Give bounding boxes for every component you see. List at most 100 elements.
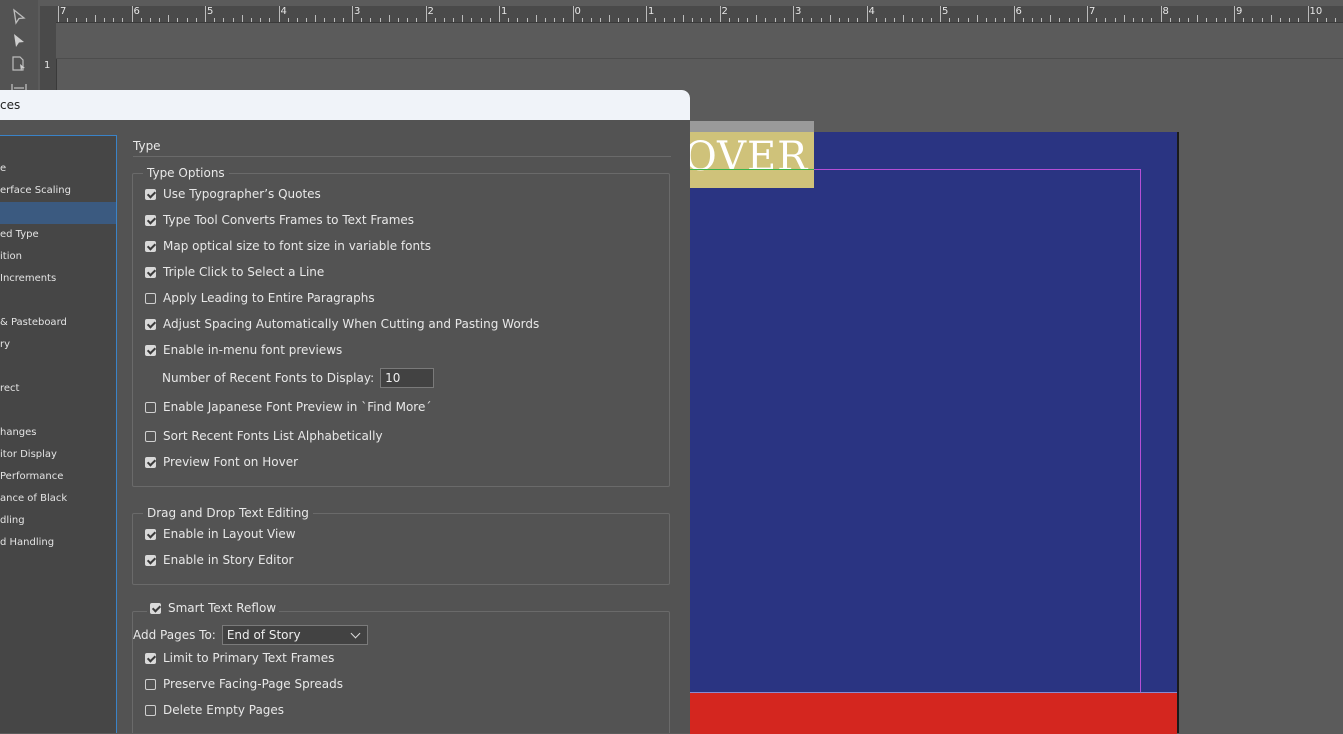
- ruler-major-tick: [1013, 6, 1015, 22]
- ruler-minor-tick: [1197, 15, 1199, 22]
- category-item[interactable]: Performance: [0, 466, 116, 488]
- checkbox[interactable]: [145, 554, 156, 566]
- ruler-origin[interactable]: [40, 22, 56, 58]
- category-item[interactable]: ition: [0, 246, 116, 268]
- checkbox-option[interactable]: Enable in-menu font previews: [145, 342, 342, 358]
- ruler-minor-tick: [186, 18, 188, 22]
- checkbox[interactable]: [145, 318, 156, 330]
- ruler-number: 2: [427, 6, 434, 17]
- category-item[interactable]: Increments: [0, 268, 116, 290]
- dialog-titlebar[interactable]: ces: [0, 90, 690, 120]
- add-pages-select[interactable]: End of Story: [221, 625, 368, 645]
- category-item[interactable]: ed Type: [0, 224, 116, 246]
- ruler-minor-tick: [1105, 18, 1107, 22]
- ruler-minor-tick: [802, 18, 804, 22]
- checkbox[interactable]: [145, 188, 156, 200]
- ruler-minor-tick: [563, 18, 565, 22]
- smart-reflow-toggle[interactable]: Smart Text Reflow: [147, 601, 280, 615]
- checkbox-option[interactable]: Type Tool Converts Frames to Text Frames: [145, 212, 414, 228]
- page-edge: [1177, 132, 1179, 733]
- ruler-number: 7: [60, 6, 67, 17]
- checkbox-option[interactable]: Enable Japanese Font Preview in `Find Mo…: [145, 399, 431, 415]
- checkbox-option[interactable]: Preview Font on Hover: [145, 454, 298, 470]
- ruler-minor-tick: [756, 15, 758, 22]
- ruler-minor-tick: [517, 18, 519, 22]
- checkbox-label: Use Typographer’s Quotes: [163, 187, 321, 201]
- ruler-minor-tick: [462, 15, 464, 22]
- checkbox-option[interactable]: Enable in Layout View: [145, 526, 296, 542]
- category-item[interactable]: [0, 290, 116, 312]
- category-item[interactable]: ry: [0, 334, 116, 356]
- checkbox-option[interactable]: Sort Recent Fonts List Alphabetically: [145, 428, 383, 444]
- checkbox[interactable]: [145, 214, 156, 226]
- ruler-minor-tick: [1132, 18, 1134, 22]
- checkbox-option[interactable]: Adjust Spacing Automatically When Cuttin…: [145, 316, 539, 332]
- ruler-minor-tick: [1022, 18, 1024, 22]
- checkbox[interactable]: [145, 344, 156, 356]
- direct-selection-tool-icon[interactable]: [10, 32, 28, 50]
- category-item[interactable]: dling: [0, 510, 116, 532]
- ruler-minor-tick: [728, 18, 730, 22]
- add-pages-label: Add Pages To:: [133, 628, 216, 642]
- category-item[interactable]: ance of Black: [0, 488, 116, 510]
- ruler-minor-tick: [168, 15, 170, 22]
- horizontal-ruler[interactable]: 7 6 5 4 3 2 1 0 1 2 3 4 5 6 7 8 9 10: [40, 6, 1343, 23]
- category-item[interactable]: d Handling: [0, 532, 116, 554]
- tools-panel: [0, 0, 38, 95]
- ruler-number: 5: [942, 6, 949, 17]
- category-item[interactable]: rect: [0, 378, 116, 400]
- checkbox-option[interactable]: Use Typographer’s Quotes: [145, 186, 321, 202]
- checkbox-option[interactable]: Apply Leading to Entire Paragraphs: [145, 290, 375, 306]
- checkbox[interactable]: [145, 678, 156, 690]
- ruler-major-tick: [646, 6, 647, 22]
- checkbox[interactable]: [145, 266, 156, 278]
- ruler-major-tick: [205, 6, 206, 22]
- red-band-frame[interactable]: [690, 692, 1177, 734]
- ruler-minor-tick: [508, 18, 510, 22]
- checkbox[interactable]: [145, 528, 156, 540]
- checkbox-option[interactable]: Enable in Story Editor: [145, 552, 293, 568]
- category-item[interactable]: [0, 356, 116, 378]
- checkbox[interactable]: [145, 456, 156, 468]
- checkbox[interactable]: [145, 401, 156, 413]
- category-list[interactable]: e erface Scaling ed Type ition Increments & …: [0, 135, 117, 733]
- category-item[interactable]: & Pasteboard: [0, 312, 116, 334]
- ruler-major-tick: [58, 6, 59, 22]
- checkbox[interactable]: [145, 240, 156, 252]
- category-item[interactable]: itor Display: [0, 444, 116, 466]
- checkbox[interactable]: [145, 704, 156, 716]
- cover-text-frame[interactable]: OVER: [690, 132, 814, 188]
- ruler-number: 2: [721, 6, 728, 17]
- checkbox[interactable]: [145, 292, 156, 304]
- ruler-minor-tick: [407, 18, 409, 22]
- ruler-minor-tick: [774, 18, 776, 22]
- checkbox[interactable]: [145, 430, 156, 442]
- category-item[interactable]: hanges: [0, 422, 116, 444]
- category-item[interactable]: erface Scaling: [0, 180, 116, 202]
- recent-fonts-input[interactable]: 10: [380, 368, 435, 388]
- ruler-minor-tick: [1068, 18, 1070, 22]
- ruler-minor-tick: [241, 15, 243, 22]
- checkbox-option[interactable]: Limit to Primary Text Frames: [145, 650, 334, 666]
- ruler-minor-tick: [949, 18, 951, 22]
- checkbox-option[interactable]: Triple Click to Select a Line: [145, 264, 324, 280]
- checkbox[interactable]: [145, 652, 156, 664]
- selection-tool-icon[interactable]: [10, 8, 28, 26]
- checkbox-option[interactable]: Preserve Facing-Page Spreads: [145, 676, 343, 692]
- checkbox-option[interactable]: Delete Empty Pages: [145, 702, 284, 718]
- margin-guide: [690, 169, 1141, 733]
- ruler-minor-tick: [958, 18, 960, 22]
- dialog-title: ces: [0, 98, 21, 112]
- page-tool-icon[interactable]: [10, 55, 28, 73]
- ruler-minor-tick: [691, 18, 693, 22]
- ruler-number: 7: [1089, 6, 1096, 17]
- category-item[interactable]: e: [0, 158, 116, 180]
- smart-reflow-checkbox[interactable]: [150, 602, 161, 614]
- category-item[interactable]: [0, 202, 116, 224]
- category-item[interactable]: [0, 400, 116, 422]
- checkbox-option[interactable]: Map optical size to font size in variabl…: [145, 238, 431, 254]
- ruler-minor-tick: [609, 15, 611, 22]
- ruler-minor-tick: [67, 18, 69, 22]
- preferences-dialog: ces e erface Scaling ed Type ition Incremen…: [0, 90, 690, 733]
- ruler-minor-tick: [1188, 18, 1190, 22]
